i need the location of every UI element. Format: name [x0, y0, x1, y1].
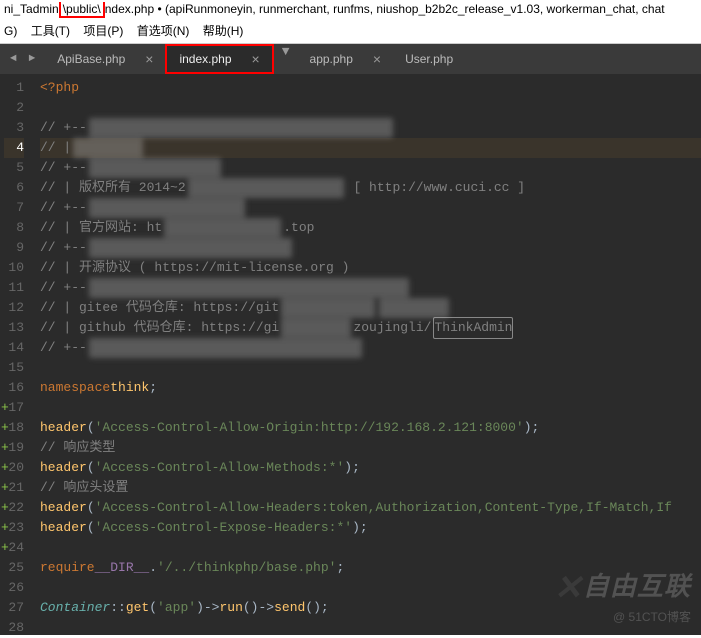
- line-number: 14: [4, 338, 24, 358]
- code-line[interactable]: // +--xxxxxxxxxxxxxxxxxxxxxxxxxxxxxxxxxx…: [40, 118, 701, 138]
- code-line[interactable]: header('Access-Control-Expose-Headers:*'…: [40, 518, 701, 538]
- editor-area[interactable]: 1234567891011121314151617181920212223242…: [0, 74, 701, 635]
- line-number: 4: [4, 138, 24, 158]
- line-number: 9: [4, 238, 24, 258]
- code-content[interactable]: <?php // +--xxxxxxxxxxxxxxxxxxxxxxxxxxxxx…: [32, 74, 701, 635]
- line-number: 1: [4, 78, 24, 98]
- code-line[interactable]: Container::get('app')->run()->send();: [40, 598, 701, 618]
- code-line[interactable]: [40, 98, 701, 118]
- menu-item-tools[interactable]: 工具(T): [31, 24, 70, 38]
- line-number: 21: [4, 478, 24, 498]
- code-line[interactable]: // +--xxxxxxxxxxxxxxxxxxxx: [40, 198, 701, 218]
- code-line[interactable]: <?php: [40, 78, 701, 98]
- code-line[interactable]: // 响应类型: [40, 438, 701, 458]
- code-line[interactable]: namespace think;: [40, 378, 701, 398]
- line-number: 22: [4, 498, 24, 518]
- code-line[interactable]: // | github 代码仓库: https://gixxxxxxxxxzou…: [40, 318, 701, 338]
- tab-label: User.php: [405, 52, 453, 66]
- line-number: 5: [4, 158, 24, 178]
- line-number: 2: [4, 98, 24, 118]
- tab-nav-right-icon[interactable]: ►: [23, 51, 42, 67]
- close-icon[interactable]: ×: [125, 51, 153, 67]
- code-line[interactable]: // +--xxxxxxxxxxxxxxxxxxxxxxxxxxxxxxxxxx…: [40, 338, 701, 358]
- tab-user[interactable]: User.php: [393, 44, 483, 74]
- code-line[interactable]: header('Access-Control-Allow-Origin:http…: [40, 418, 701, 438]
- tab-index[interactable]: index.php ×: [165, 44, 273, 74]
- code-line[interactable]: [40, 618, 701, 635]
- code-line[interactable]: // +--xxxxxxxxxxxxxxxxx: [40, 158, 701, 178]
- code-line[interactable]: header('Access-Control-Allow-Headers:tok…: [40, 498, 701, 518]
- line-number: 6: [4, 178, 24, 198]
- menu-item-project[interactable]: 项目(P): [83, 24, 123, 38]
- line-number: 13: [4, 318, 24, 338]
- line-number: 19: [4, 438, 24, 458]
- line-number: 7: [4, 198, 24, 218]
- tab-nav: ◄ ►: [0, 51, 45, 67]
- line-number: 28: [4, 618, 24, 638]
- tab-label: index.php: [179, 52, 231, 66]
- code-line[interactable]: [40, 398, 701, 418]
- line-number: 11: [4, 278, 24, 298]
- line-number: 17: [4, 398, 24, 418]
- menu-bar: G) 工具(T) 项目(P) 首选项(N) 帮助(H): [0, 20, 701, 44]
- tab-apibase[interactable]: ApiBase.php ×: [45, 44, 165, 74]
- title-highlighted-path: \public\: [59, 2, 105, 18]
- menu-item-help[interactable]: 帮助(H): [203, 24, 244, 38]
- line-number: 8: [4, 218, 24, 238]
- tab-label: app.php: [310, 52, 353, 66]
- code-line[interactable]: require __DIR__ . '/../thinkphp/base.php…: [40, 558, 701, 578]
- line-number: 16: [4, 378, 24, 398]
- line-number: 10: [4, 258, 24, 278]
- line-number: 25: [4, 558, 24, 578]
- code-line[interactable]: // | 版权所有 2014~2xxxxxxxxxxxxxxxxxxxx [ h…: [40, 178, 701, 198]
- line-number: 20: [4, 458, 24, 478]
- line-number: 15: [4, 358, 24, 378]
- line-number: 18: [4, 418, 24, 438]
- line-number: 12: [4, 298, 24, 318]
- line-number: 26: [4, 578, 24, 598]
- code-line[interactable]: header('Access-Control-Allow-Methods:*')…: [40, 458, 701, 478]
- line-number: 23: [4, 518, 24, 538]
- close-icon[interactable]: ×: [353, 51, 381, 67]
- tab-app[interactable]: app.php ×: [298, 44, 394, 74]
- menu-item-preferences[interactable]: 首选项(N): [137, 24, 190, 38]
- menu-item[interactable]: G): [4, 24, 17, 38]
- tab-label: ApiBase.php: [57, 52, 125, 66]
- tab-dropdown-icon[interactable]: ▼: [274, 44, 298, 74]
- code-line[interactable]: // +--xxxxxxxxxxxxxxxxxxxxxxxxxxxxxxxxxx…: [40, 278, 701, 298]
- code-line[interactable]: [40, 358, 701, 378]
- tab-bar: ◄ ► ApiBase.php × index.php × ▼ app.php …: [0, 44, 701, 74]
- code-line[interactable]: [40, 538, 701, 558]
- close-icon[interactable]: ×: [232, 51, 260, 67]
- line-number-gutter: 1234567891011121314151617181920212223242…: [0, 74, 32, 635]
- code-line[interactable]: [40, 578, 701, 598]
- tab-nav-left-icon[interactable]: ◄: [4, 51, 23, 67]
- code-line[interactable]: // | xxxxxxxxx: [40, 138, 701, 158]
- code-line[interactable]: // | 开源协议 ( https://mit-license.org ): [40, 258, 701, 278]
- line-number: 24: [4, 538, 24, 558]
- title-suffix: • (apiRunmoneyin, runmerchant, runfms, n…: [154, 2, 664, 16]
- tabs-container: ApiBase.php × index.php × ▼ app.php × Us…: [45, 44, 701, 74]
- code-line[interactable]: // +--xxxxxxxxxxxxxxxxxxxxxxxxxx: [40, 238, 701, 258]
- line-number: 27: [4, 598, 24, 618]
- line-number: 3: [4, 118, 24, 138]
- code-line[interactable]: // 响应头设置: [40, 478, 701, 498]
- title-file: ndex.php: [105, 2, 154, 16]
- title-prefix: ni_Tadmin: [4, 2, 59, 16]
- code-line[interactable]: // | gitee 代码仓库: https://gitxxxxxxxxxxxx…: [40, 298, 701, 318]
- window-title-bar: ni_Tadmin\public\ndex.php • (apiRunmoney…: [0, 0, 701, 20]
- code-line[interactable]: // | 官方网站: htxxxxxxxxxxxxxxx.top: [40, 218, 701, 238]
